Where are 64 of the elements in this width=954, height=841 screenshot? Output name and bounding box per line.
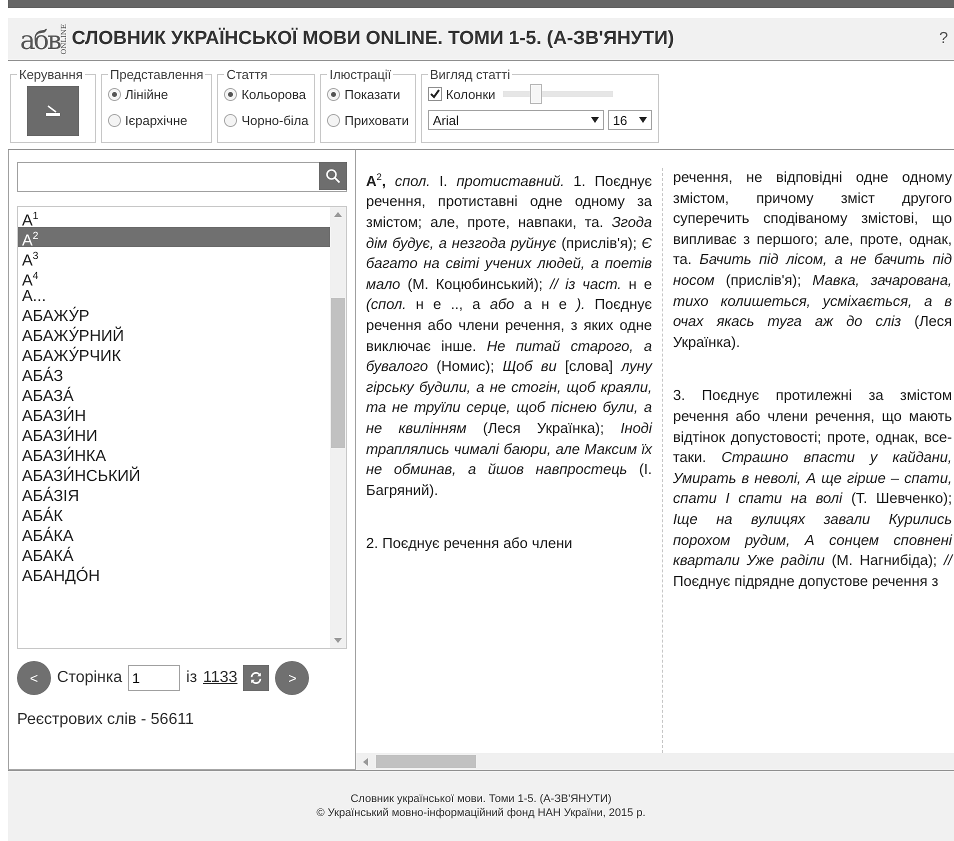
word-item[interactable]: АБА́ЗІЯ [18,487,330,507]
word-item[interactable]: АБАЗИ́НИ [18,427,330,447]
page-input[interactable]: 1 [128,665,180,691]
word-item[interactable]: А$^{3}$ [18,247,330,267]
slider-thumb[interactable] [530,84,542,104]
caret-icon [590,117,599,123]
search-icon [325,168,341,184]
word-item[interactable]: АБА́К [18,507,330,527]
columns-checkbox[interactable]: Колонки [428,84,496,104]
footer-text: © Український мовно-інформаційний фонд НАН України, 2015 р. [316,806,646,820]
of-label: із [186,669,198,687]
word-item[interactable]: АБАЗА́ [18,387,330,407]
word-item[interactable]: АБАЗИ́НСЬКИЙ [18,467,330,487]
word-item[interactable]: А$^{4}$ [18,267,330,287]
word-item[interactable]: А... [18,287,330,307]
font-select[interactable]: Arial [428,110,604,130]
up-arrow-icon [334,211,342,219]
size-select[interactable]: 16 [608,110,652,130]
word-item[interactable]: А$^{2}$ [18,227,330,247]
prev-button[interactable]: < [17,661,51,695]
group-legend: Стаття [224,67,270,82]
checkmark-icon [430,89,440,99]
word-item[interactable]: АБАЖУ́Р [18,307,330,327]
app-title: СЛОВНИК УКРАЇНСЬКОЇ МОВИ ONLINE. ТОМИ 1-5. (А-ЗВ'ЯНУТИ) [72,28,676,50]
total-pages-link[interactable]: 1133 [203,669,238,687]
group-legend: Вигляд статті [428,67,512,82]
left-arrow-icon [362,758,370,766]
refresh-icon [249,670,264,686]
search-button[interactable] [319,162,347,190]
page-label: Сторінка [57,669,122,687]
group-legend: Ілюстрації [327,67,394,82]
next-button[interactable]: > [275,661,310,695]
word-item[interactable]: АБАЗИ́НКА [18,447,330,467]
word-item[interactable]: АБАЖУ́РНИЙ [18,327,330,347]
search-field[interactable] [17,162,347,192]
radio-option[interactable]: Ієрархічне [108,110,206,130]
article-paragraph: А$^{2}$, спол. I. протиставний. 1. Поєднує речення, протиставні одне одному за змістом; але, проте, навпаки, та. Згода дім будує, а незгода руйнує (прислів'я); Є багато на світі учених людей, а поетів мало (М. Коцюбинський); // із част. н е (спол. н е .., а або а н е ). Поєднує речення або члени речення, з яких одне виключає інше. Не питай старого, а бувалого (Номис); Щоб ви [слова] луну гірську будили, а не стогін, щоб краяли, та не труїли серце, щоб піснею були, а не квилінням (Леся Українка); Іноді траплялись чималі баюри, але Максим їх не обминав, а йшов навпростець (І. Багряний). [366,171,652,501]
article-paragraph: 2. Поєднує речення або члени [366,535,574,554]
radio-option[interactable]: Чорно-біла [224,110,308,130]
word-item[interactable]: АБАЗИ́Н [18,407,330,427]
word-item[interactable]: АБАЖУ́РЧИК [18,347,330,367]
footer-text: Словник української мови. Томи 1-5. (А-ЗВ'ЯНУТИ) [350,792,612,806]
word-item[interactable]: АБАНДО́Н [18,567,330,587]
group-legend: Керування [17,67,85,82]
word-count: Реєстрових слів - 56611 [17,711,195,729]
control-button[interactable] [27,86,79,136]
word-item[interactable]: АБА́З [18,367,330,387]
radio-option[interactable]: Приховати [327,110,409,130]
down-arrow-icon [334,636,342,644]
article-paragraph: речення, не відповідні одне одному змістом, причому зміст другого суперечить сподіваному змістові, що випливає з першого; але, проте, однак, та. Бачить під лісом, а не бачить під носом (прислів'я); Мавка, зачарована, тихо колишеться, усміхається, а в очах якась туга аж до сліз (Леся Українка). [673,169,952,353]
word-item[interactable]: АБАКА́ [18,547,330,567]
refresh-button[interactable] [243,665,270,691]
group-legend: Представлення [108,67,206,82]
word-item[interactable]: А$^{1}$ [18,207,330,227]
help-link[interactable]: ? [939,30,948,48]
scrollbar[interactable] [330,207,346,648]
scanner-icon [45,105,61,117]
word-item[interactable]: АБА́КА [18,527,330,547]
radio-option[interactable]: Лінійне [108,84,206,104]
radio-option[interactable]: Кольорова [224,84,308,104]
caret-icon [638,117,647,123]
article-paragraph: 3. Поєднує протилежні за змістом речення або члени речення, що мають відтінок допустовості; проте, однак, все-таки. Страшно впасти у кайдани, Умирать в неволі, А ще гірше – спати, спати І спати на волі (Т. Шевченко); Іще на вулицях завали Курились порохом рудим, А сонцем сповнені квартали Уже раділи (М. Нагнибіда); // Поєднує підрядне допустове речення з [673,387,952,592]
scrollbar[interactable] [356,753,954,770]
radio-option[interactable]: Показати [327,84,409,104]
